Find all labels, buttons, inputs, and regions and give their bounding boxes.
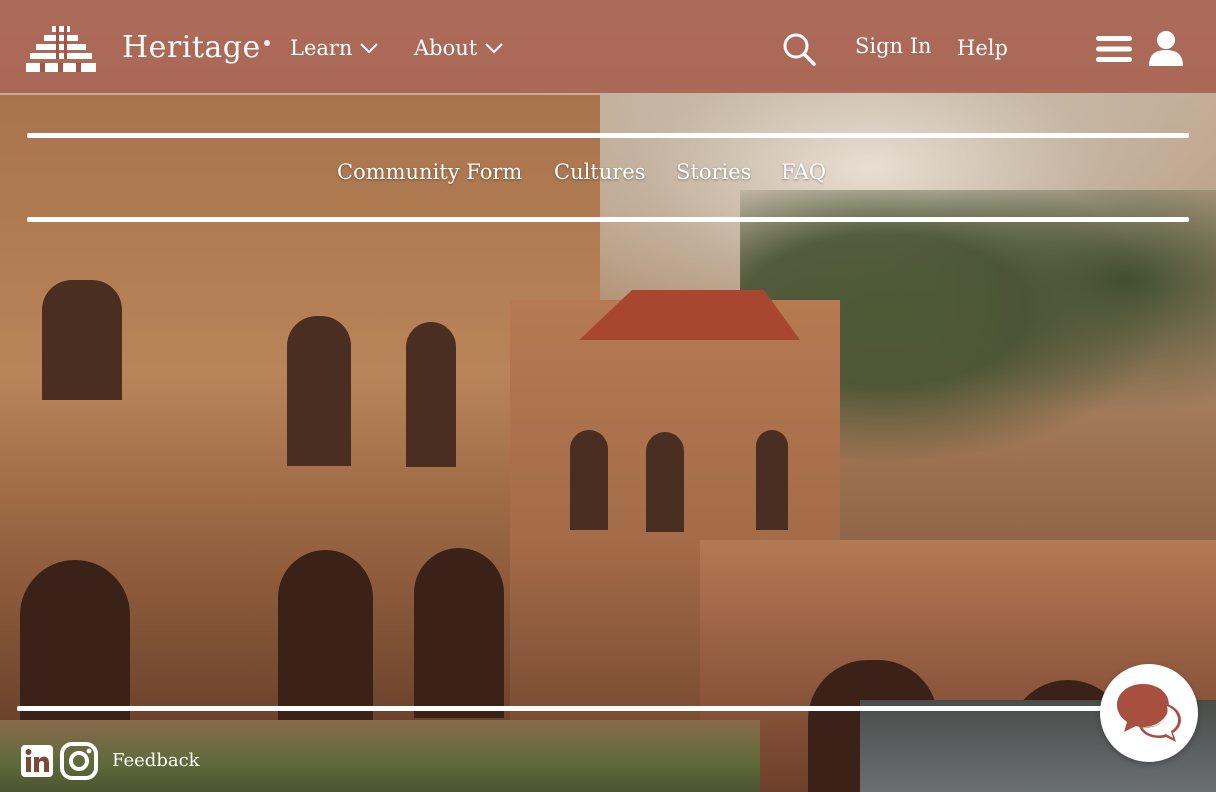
nav-about-dropdown[interactable]: About [414, 36, 503, 60]
nav-learn-label: Learn [290, 36, 353, 60]
footer-divider [17, 706, 1107, 711]
temple-logo-icon[interactable] [26, 26, 96, 72]
subnav-faq[interactable]: FAQ [781, 160, 826, 184]
subnav-cultures[interactable]: Cultures [554, 160, 646, 184]
chat-button[interactable] [1100, 664, 1198, 762]
subnav-divider-top [27, 133, 1189, 138]
chevron-down-icon [360, 43, 379, 54]
subnav-community-form[interactable]: Community Form [337, 160, 522, 184]
sign-in-link[interactable]: Sign In [855, 34, 932, 58]
instagram-icon[interactable] [60, 742, 98, 780]
feedback-link[interactable]: Feedback [112, 750, 200, 771]
linkedin-icon[interactable] [20, 744, 54, 778]
chevron-down-icon [485, 43, 503, 54]
subnav-stories[interactable]: Stories [676, 160, 751, 184]
top-header: Heritage Learn About Sign In Help [0, 0, 1216, 93]
subnav-divider-bottom [27, 217, 1189, 222]
help-link[interactable]: Help [957, 36, 1008, 60]
nav-about-label: About [414, 36, 478, 60]
nav-learn-dropdown[interactable]: Learn [290, 36, 379, 60]
hero-background-image [0, 0, 1216, 792]
user-icon[interactable] [1148, 30, 1184, 66]
brand-name[interactable]: Heritage [122, 30, 261, 65]
search-icon[interactable] [782, 32, 816, 66]
brand-dot [264, 40, 270, 46]
hamburger-menu-icon[interactable] [1096, 34, 1132, 64]
chat-bubble-icon [1117, 684, 1181, 742]
